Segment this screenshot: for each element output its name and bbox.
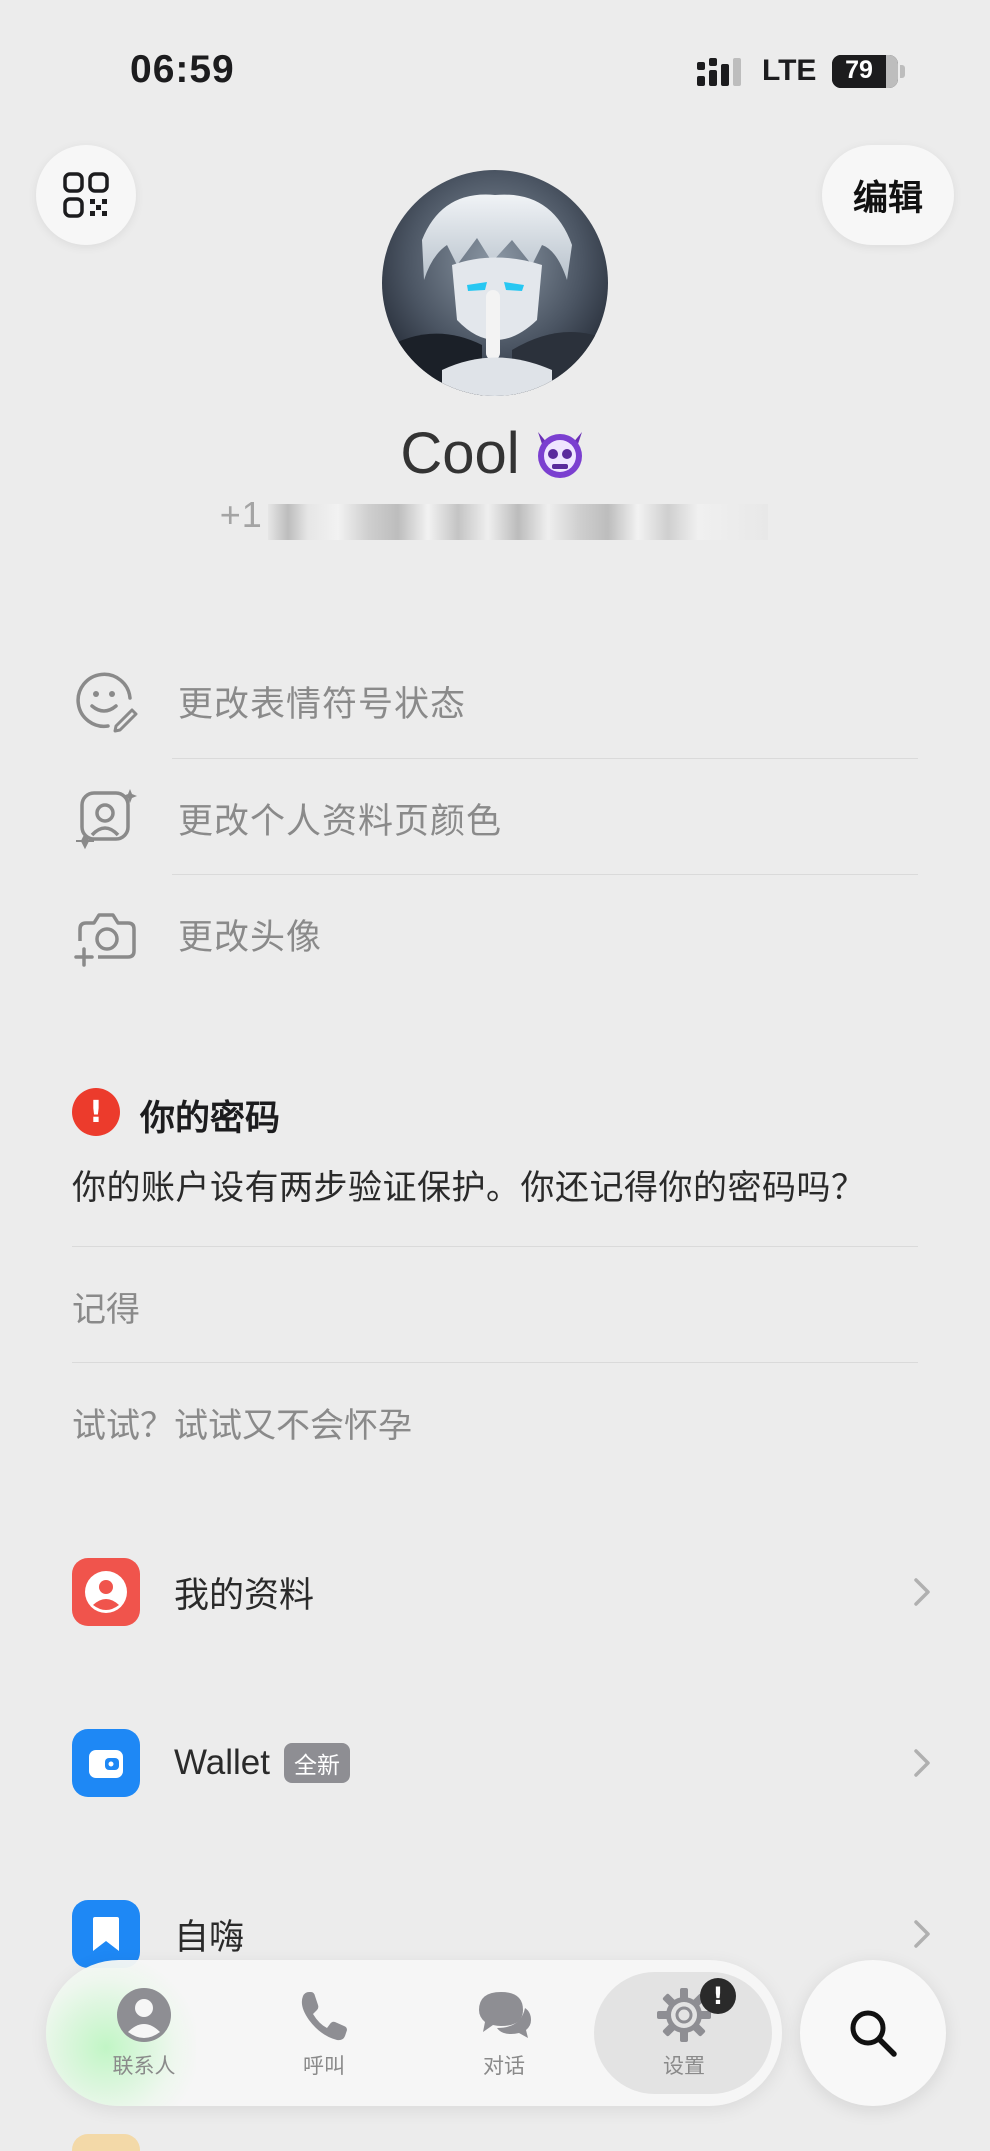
phone-redaction	[268, 504, 768, 540]
bookmark-icon	[72, 1900, 140, 1968]
divider	[172, 874, 918, 875]
phone-icon	[301, 1992, 347, 2041]
battery-indicator: 79	[832, 55, 898, 88]
divider	[172, 758, 918, 759]
battery-level-text: 79	[845, 56, 873, 84]
avatar[interactable]	[382, 170, 608, 396]
change-avatar-row[interactable]: 更改头像	[72, 876, 918, 992]
purple-devil-skull-icon[interactable]	[530, 424, 590, 484]
next-menu-icon-partial	[72, 2134, 140, 2151]
edit-button[interactable]: 编辑	[822, 145, 954, 245]
menu-my-profile-label: 我的资料	[174, 1575, 315, 1616]
divider	[72, 1362, 918, 1363]
tab-contacts[interactable]: 联系人	[54, 1960, 234, 2106]
change-emoji-status-label: 更改表情符号状态	[178, 684, 467, 725]
person-circle-icon	[72, 1558, 140, 1626]
menu-self-chat-label: 自嗨	[174, 1917, 245, 1958]
tab-chats-label: 对话	[483, 2054, 525, 2078]
divider	[72, 1246, 918, 1247]
menu-wallet[interactable]: Wallet 全新	[72, 1713, 932, 1813]
warning-icon: !	[72, 1088, 120, 1136]
contacts-icon	[117, 1988, 171, 2042]
status-time: 06:59	[130, 48, 235, 91]
change-profile-color-label: 更改个人资料页颜色	[178, 801, 503, 842]
chat-bubbles-icon	[479, 1992, 531, 2038]
network-type: LTE	[762, 54, 817, 87]
chevron-right-icon	[914, 1920, 930, 1948]
profile-name-row: Cool	[0, 420, 990, 487]
chevron-right-icon	[914, 1578, 930, 1606]
profile-name: Cool	[400, 421, 520, 486]
answer-try-button[interactable]: 试试？试试又不会怀孕	[72, 1398, 412, 1447]
change-emoji-status-row[interactable]: 更改表情符号状态	[72, 643, 918, 759]
bottom-tab-bar: 联系人 呼叫 对话 设置 !	[46, 1960, 782, 2106]
menu-my-profile[interactable]: 我的资料	[72, 1542, 932, 1642]
tab-settings-label: 设置	[663, 2054, 705, 2078]
cellular-signal-icon	[697, 58, 741, 86]
tab-chats[interactable]: 对话	[414, 1960, 594, 2106]
menu-wallet-label: Wallet	[174, 1743, 270, 1782]
new-badge: 全新	[283, 1743, 350, 1783]
tab-settings[interactable]: 设置	[594, 1960, 774, 2106]
battery-tip	[900, 65, 905, 78]
password-card-body: 你的账户设有两步验证保护。你还记得你的密码吗？	[72, 1168, 866, 1208]
tab-calls[interactable]: 呼叫	[234, 1960, 414, 2106]
phone-prefix: +1	[219, 494, 263, 535]
wallet-icon	[72, 1729, 140, 1797]
tab-contacts-label: 联系人	[112, 2054, 176, 2078]
emoji-smile-pencil-icon	[76, 672, 138, 733]
profile-color-sparkle-icon	[76, 789, 137, 850]
camera-plus-icon	[74, 913, 136, 967]
search-button[interactable]	[800, 1960, 946, 2106]
qr-code-icon	[63, 172, 109, 218]
answer-remember-button[interactable]: 记得	[72, 1282, 140, 1331]
change-profile-color-row[interactable]: 更改个人资料页颜色	[72, 760, 918, 876]
search-icon	[850, 2010, 897, 2057]
password-card-title: 你的密码	[140, 1099, 281, 1139]
change-avatar-label: 更改头像	[178, 917, 323, 958]
qr-code-button[interactable]	[36, 145, 136, 245]
tab-calls-label: 呼叫	[303, 2054, 345, 2078]
avatar-image	[382, 170, 608, 396]
settings-alert-badge: !	[700, 1978, 736, 2014]
chevron-right-icon	[914, 1749, 930, 1777]
